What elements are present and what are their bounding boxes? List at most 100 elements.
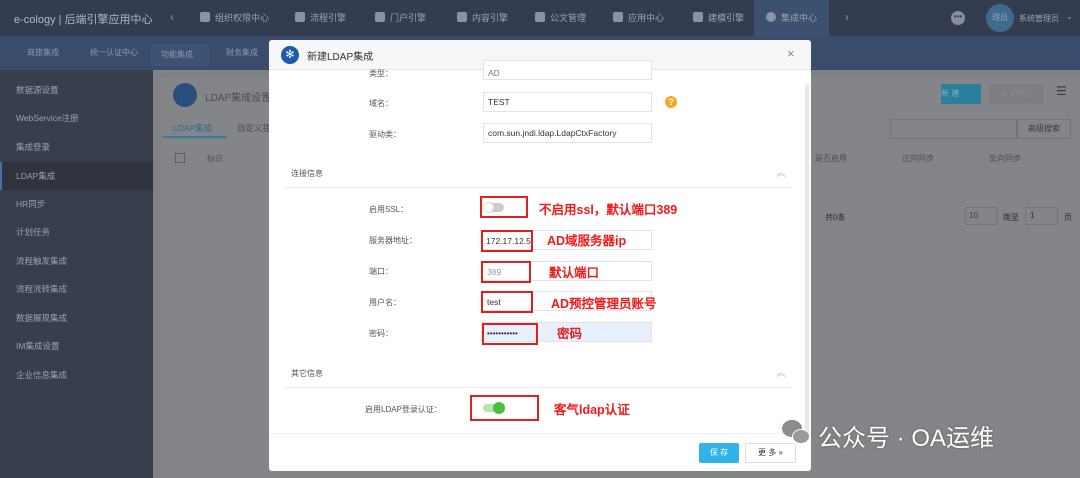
password-value: ••••••••••• xyxy=(482,323,538,345)
dialog-title: 新建LDAP集成 xyxy=(307,52,374,63)
ssl-toggle[interactable] xyxy=(483,202,504,213)
scrollbar[interactable] xyxy=(805,84,809,434)
total-count: 共0条 xyxy=(825,213,846,222)
label: 流程引擎 xyxy=(310,13,347,23)
top-nav-workflow[interactable]: 流程引擎 xyxy=(290,0,351,36)
annotation-port: 默认端口 xyxy=(549,266,600,280)
document-icon xyxy=(535,12,545,22)
label: 组织权限中心 xyxy=(215,13,270,23)
sidebar-item-wf-trigger[interactable]: 流程触发集成 xyxy=(0,247,153,275)
username-value: test xyxy=(481,291,533,313)
col-reverse: 反向同步 xyxy=(989,154,1021,163)
watermark: 公众号 · OA运维 xyxy=(818,425,995,452)
integration-icon xyxy=(766,12,776,22)
page-unit: 页 xyxy=(1064,213,1072,222)
batch-delete-button[interactable]: 批量删除 xyxy=(990,84,1043,104)
workflow-icon xyxy=(295,12,305,22)
avatar[interactable]: 理员 xyxy=(986,4,1014,32)
section-title: 其它信息 xyxy=(291,369,323,378)
ldap-settings-icon xyxy=(173,83,197,107)
username-label: 用户名： xyxy=(369,298,401,307)
tab-custom[interactable]: 自定义接 xyxy=(237,122,271,134)
page-size-select[interactable]: 10 xyxy=(965,207,997,225)
col-forward: 正向同步 xyxy=(902,154,934,163)
chevron-down-icon[interactable]: ⌄ xyxy=(1066,12,1073,21)
annotation-server: AD域服务器ip xyxy=(547,234,627,248)
section-title: 连接信息 xyxy=(291,169,323,178)
document-icon xyxy=(457,12,467,22)
double-chevron-right-icon: » xyxy=(778,448,783,457)
top-bar: e-cology | 后端引擎应用中心 ‹ 组织权限中心 流程引擎 门户引擎 内… xyxy=(0,0,1080,36)
top-nav-portal[interactable]: 门户引擎 xyxy=(370,0,431,36)
section-other[interactable]: 其它信息 ︽ xyxy=(284,358,792,388)
sidebar-item-ldap[interactable]: LDAP集成 xyxy=(0,162,153,190)
sidebar-item-wf-flow[interactable]: 流程流转集成 xyxy=(0,275,153,303)
sidebar: 数据源设置 WebService注册 集成登录 LDAP集成 HR同步 计划任务… xyxy=(0,70,153,478)
new-button[interactable]: 新 建 xyxy=(941,84,981,104)
portal-icon xyxy=(375,12,385,22)
driver-input[interactable]: com.sun.jndi.ldap.LdapCtxFactory xyxy=(483,123,652,143)
domain-label: 域名： xyxy=(369,99,393,108)
sidebar-item-data-display[interactable]: 数据展现集成 xyxy=(0,304,153,332)
label: 应用中心 xyxy=(628,13,665,23)
sidebar-item-schedule[interactable]: 计划任务 xyxy=(0,218,153,246)
nav-prev-icon[interactable]: ‹ xyxy=(170,10,174,24)
integration-icon: ✻ xyxy=(281,46,299,64)
ldap-login-toggle[interactable] xyxy=(483,402,505,414)
top-nav-integration[interactable]: 集成中心 xyxy=(754,0,829,36)
domain-input[interactable]: TEST xyxy=(483,92,652,112)
app-title: e-cology | 后端引擎应用中心 xyxy=(14,14,153,26)
menu-icon[interactable]: ☰ xyxy=(1056,84,1067,98)
sidebar-item-hr[interactable]: HR同步 xyxy=(0,190,153,218)
sidebar-item-im[interactable]: IM集成设置 xyxy=(0,332,153,360)
subnav-travel[interactable]: 商旅集成 xyxy=(17,36,69,70)
page-number-input[interactable]: 1 xyxy=(1025,207,1058,225)
driver-label: 驱动类： xyxy=(369,130,401,139)
cube-icon xyxy=(693,12,703,22)
advanced-search-button[interactable]: 高级搜索 xyxy=(1017,119,1071,139)
annotation-password: 密码 xyxy=(557,327,583,341)
shield-icon xyxy=(200,12,210,22)
search-input[interactable] xyxy=(890,119,1017,139)
label: 建模引擎 xyxy=(708,13,745,23)
password-label: 密码： xyxy=(369,329,393,338)
user-name[interactable]: 系统管理员 xyxy=(1019,13,1059,24)
sidebar-item-webservice[interactable]: WebService注册 xyxy=(0,104,153,132)
goto-label: 跳至 xyxy=(1003,213,1019,222)
subnav-function[interactable]: 功能集成 xyxy=(151,44,209,66)
annotation-ldap: 客气ldap认证 xyxy=(554,403,630,417)
subnav-auth[interactable]: 统一认证中心 xyxy=(80,36,148,70)
top-nav-docs[interactable]: 公文管理 xyxy=(530,0,591,36)
label: 集成中心 xyxy=(781,13,818,23)
wechat-icon xyxy=(780,418,810,448)
save-button[interactable]: 保 存 xyxy=(699,443,739,463)
new-ldap-dialog: ✻ 新建LDAP集成 × 类型： AD 域名： TEST ? 驱动类： com.… xyxy=(269,40,811,471)
help-icon[interactable]: ? xyxy=(665,96,677,108)
sidebar-item-login[interactable]: 集成登录 xyxy=(0,133,153,161)
port-placeholder: 389 xyxy=(481,261,531,283)
section-connection[interactable]: 连接信息 ︽ xyxy=(284,158,792,188)
collapse-icon[interactable]: ︽ xyxy=(776,164,786,179)
tab-ldap[interactable]: LDAP集成 xyxy=(173,122,212,134)
select-all-checkbox[interactable] xyxy=(175,153,185,163)
label: 门户引擎 xyxy=(390,13,427,23)
apps-icon xyxy=(613,12,623,22)
collapse-icon[interactable]: ︽ xyxy=(776,364,786,379)
more-icon[interactable]: ••• xyxy=(951,11,965,25)
more-label: 更 多 xyxy=(758,448,777,457)
nav-next-icon[interactable]: › xyxy=(845,10,849,24)
ldap-login-label: 启用LDAP登录认证： xyxy=(365,405,442,414)
label: 公文管理 xyxy=(550,13,587,23)
server-value: 172.17.12.5 xyxy=(481,230,533,252)
type-select[interactable]: AD xyxy=(483,60,652,80)
top-nav-content[interactable]: 内容引擎 xyxy=(452,0,513,36)
annotation-username: AD预控管理员账号 xyxy=(551,297,657,311)
sidebar-item-enterprise[interactable]: 企业信息集成 xyxy=(0,361,153,389)
top-nav-modeling[interactable]: 建模引擎 xyxy=(688,0,749,36)
subnav-finance[interactable]: 财务集成 xyxy=(216,36,268,70)
top-nav-org[interactable]: 组织权限中心 xyxy=(195,0,274,36)
top-nav-apps[interactable]: 应用中心 xyxy=(608,0,669,36)
close-icon[interactable]: × xyxy=(787,46,795,61)
sidebar-item-datasource[interactable]: 数据源设置 xyxy=(0,76,153,104)
ssl-label: 启用SSL： xyxy=(369,205,409,214)
